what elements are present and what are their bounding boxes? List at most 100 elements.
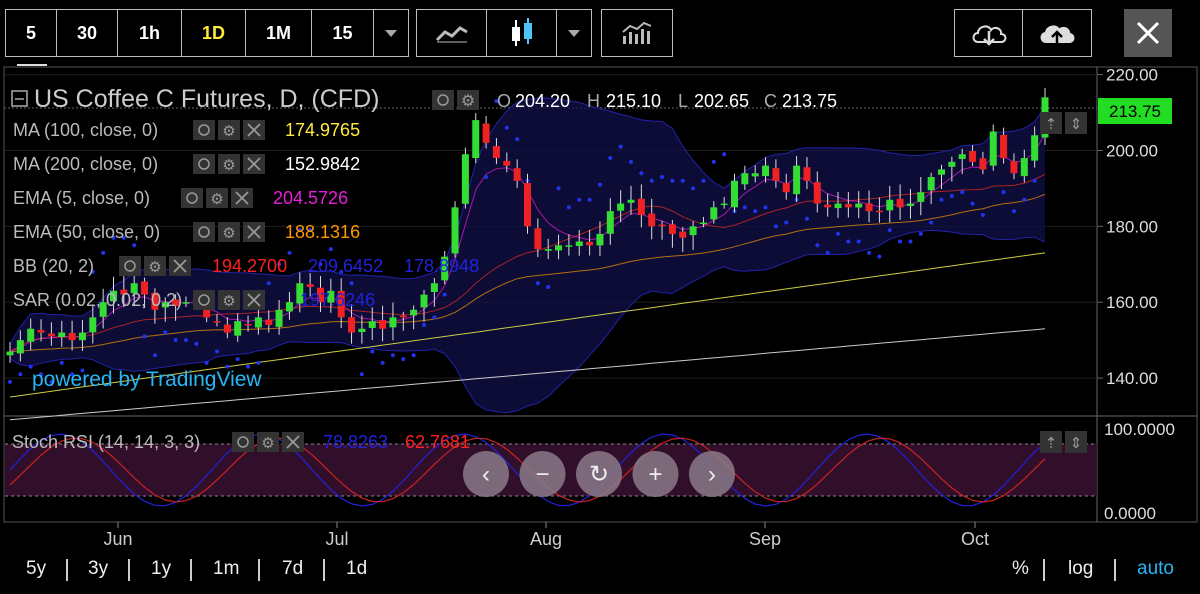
- indicators-group: [601, 9, 673, 57]
- chart-area[interactable]: 220.00 200.00 180.00 160.00 140.00 213.75 10…: [0, 58, 1200, 594]
- indicators-button[interactable]: [602, 10, 672, 56]
- range-1d-button[interactable]: 1d: [346, 553, 367, 589]
- gear-icon: ⚙: [222, 157, 235, 174]
- sar-dot: [846, 239, 851, 244]
- sar-dot: [215, 349, 219, 354]
- chevron-left-icon: ‹: [482, 461, 490, 488]
- indicator-visibility-button[interactable]: [119, 256, 141, 276]
- interval-30-button[interactable]: 30: [57, 10, 118, 56]
- candle-body: [886, 199, 894, 211]
- candle-body: [254, 317, 262, 328]
- ohlc-low: 202.65: [694, 91, 749, 111]
- stoch-axis-top: 100.0000: [1104, 420, 1175, 439]
- indicator-visibility-button[interactable]: [193, 222, 215, 242]
- candle-body: [834, 203, 842, 209]
- chart-canvas[interactable]: 220.00 200.00 180.00 160.00 140.00 213.75 10…: [0, 58, 1200, 554]
- last-price-text: 213.75: [1109, 102, 1161, 121]
- indicator-visibility-button[interactable]: [193, 120, 215, 140]
- candle-body: [658, 224, 666, 227]
- sar-dot: [804, 216, 809, 221]
- candle-body: [938, 169, 945, 175]
- interval-1h-button[interactable]: 1h: [118, 10, 182, 56]
- sar-dot: [960, 190, 965, 195]
- cloud-download-button[interactable]: [955, 10, 1023, 56]
- candle-body: [699, 222, 707, 225]
- sar-dot: [566, 205, 571, 210]
- cloud-group: [954, 9, 1092, 57]
- sar-dot: [380, 360, 385, 365]
- chevron-down-icon: [568, 29, 580, 37]
- candle-body: [524, 183, 531, 227]
- candle-body: [586, 241, 594, 246]
- candle-body: [865, 203, 873, 212]
- range-3y-button[interactable]: 3y: [88, 553, 108, 589]
- candlestick-chart-button[interactable]: [487, 10, 557, 56]
- sar-dot: [680, 178, 685, 183]
- sar-dot: [887, 228, 892, 233]
- interval-5-button[interactable]: 5: [6, 10, 57, 56]
- interval-1m-button[interactable]: 1M: [246, 10, 312, 56]
- range-1y-button[interactable]: 1y: [151, 553, 171, 589]
- indicator-name: BB (20, 2): [13, 256, 94, 276]
- sar-dot: [152, 353, 157, 358]
- range-7d-button[interactable]: 7d: [282, 553, 303, 589]
- auto-scale-button[interactable]: auto: [1137, 553, 1174, 589]
- stoch-visibility-button[interactable]: [232, 432, 254, 452]
- chart-style-dropdown-button[interactable]: [557, 10, 591, 56]
- candle-body: [668, 224, 676, 234]
- candle-body: [6, 351, 14, 356]
- scroll-handle[interactable]: [17, 58, 47, 66]
- time-axis: Jun Jul Aug Sep Oct: [103, 522, 989, 549]
- gear-icon: ⚙: [461, 93, 475, 110]
- candle-body: [534, 228, 542, 250]
- visibility-button[interactable]: [432, 90, 454, 110]
- log-scale-button[interactable]: log: [1068, 553, 1093, 589]
- arrow-up-icon: ⇡: [1045, 116, 1058, 133]
- candle-body: [451, 207, 459, 254]
- chevron-right-icon: ›: [708, 461, 716, 488]
- candle-body: [813, 182, 821, 204]
- indicator-visibility-button[interactable]: [181, 188, 203, 208]
- sar-dot: [742, 205, 747, 210]
- close-button[interactable]: [1124, 9, 1172, 57]
- sar-dot: [401, 357, 406, 362]
- arrows-updown-icon: ⇕: [1070, 116, 1083, 133]
- percent-scale-button[interactable]: %: [1012, 553, 1029, 589]
- sar-dot: [8, 379, 12, 384]
- indicator-value: 197.6246: [300, 290, 375, 310]
- sar-dot: [183, 338, 188, 343]
- line-chart-button[interactable]: [417, 10, 487, 56]
- interval-1d-button[interactable]: 1D: [182, 10, 246, 56]
- title-controls: ⚙: [432, 90, 479, 110]
- time-tick-label: Aug: [530, 529, 562, 549]
- line-chart-icon: [435, 26, 468, 43]
- range-5y-button[interactable]: 5y: [26, 553, 46, 589]
- cloud-download-icon: [972, 25, 1006, 46]
- sar-dot: [101, 250, 106, 255]
- stoch-axis-bottom: 0.0000: [1104, 504, 1156, 523]
- candle-body: [958, 154, 966, 159]
- candle-body: [420, 294, 428, 308]
- ohlc-close-label: C: [764, 91, 777, 111]
- sar-dot: [577, 197, 582, 202]
- interval-dropdown-button[interactable]: [374, 10, 408, 56]
- indicators-icon: [622, 21, 652, 44]
- interval-15-button[interactable]: 15: [312, 10, 374, 56]
- gear-icon: ⚙: [222, 123, 235, 140]
- candle-body: [782, 183, 790, 193]
- candlestick-icon: [511, 18, 532, 46]
- time-tick-label: Jul: [325, 529, 348, 549]
- cloud-upload-button[interactable]: [1023, 10, 1091, 56]
- indicator-visibility-button[interactable]: [193, 154, 215, 174]
- sar-dot: [515, 137, 520, 142]
- range-1m-button[interactable]: 1m: [213, 553, 239, 589]
- candle-body: [917, 192, 925, 202]
- candle-body: [1031, 135, 1039, 161]
- sar-dot: [691, 186, 696, 191]
- sar-dot: [422, 322, 426, 327]
- indicator-name: MA (200, close, 0): [13, 154, 158, 174]
- sar-dot: [670, 178, 675, 183]
- candle-body: [606, 211, 614, 234]
- sar-dot: [556, 186, 561, 191]
- indicator-visibility-button[interactable]: [193, 290, 215, 310]
